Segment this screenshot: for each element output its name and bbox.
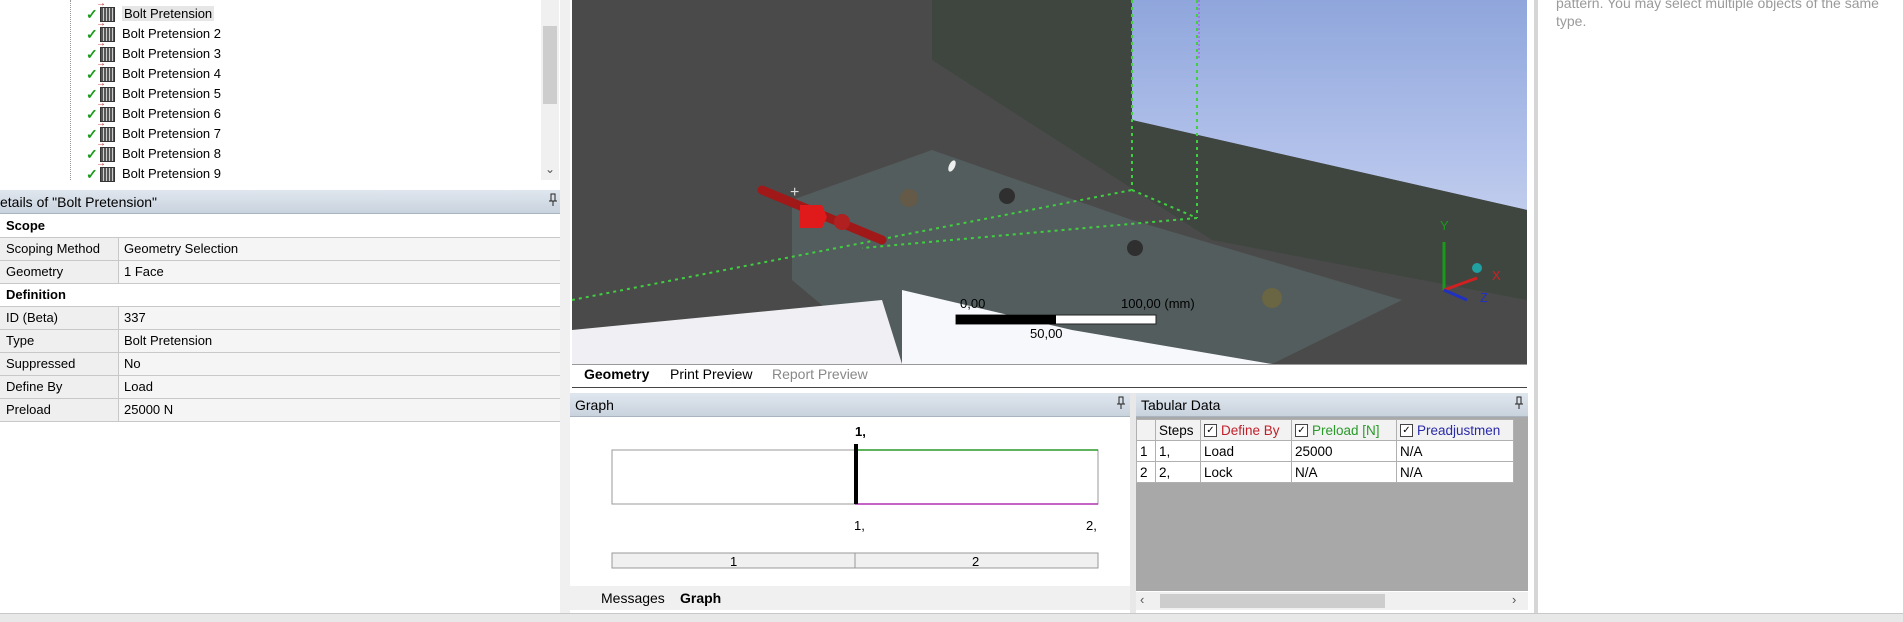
tree-item-bolt-pretension[interactable]: ✓ → Bolt Pretension 3: [70, 38, 222, 63]
tabular-scroll-thumb[interactable]: [1160, 594, 1385, 608]
pin-icon[interactable]: [548, 193, 558, 210]
help-panel: [1538, 0, 1903, 621]
scale-left-label: 0,00: [960, 296, 986, 311]
bolt-pretension-icon: ✓ →: [70, 158, 115, 182]
table-header-row: Steps ✓ Define By ✓ Preload [N] ✓ Preadjust…: [1136, 419, 1514, 441]
chevron-down-icon[interactable]: ⌄: [541, 162, 559, 180]
row-geometry[interactable]: Geometry 1 Face: [0, 261, 560, 284]
left-splitter[interactable]: [560, 0, 570, 613]
row-scoping-method[interactable]: Scoping Method Geometry Selection: [0, 238, 560, 261]
tab-graph[interactable]: Graph: [680, 590, 721, 606]
scale-right-label: 100,00 (mm): [1121, 296, 1195, 311]
graph-header: [570, 393, 1130, 417]
chevron-right-icon[interactable]: ›: [1512, 592, 1516, 607]
tree-item-label: Bolt Pretension 8: [122, 145, 222, 161]
row-suppressed[interactable]: Suppressed No: [0, 353, 560, 376]
svg-text:+: +: [790, 184, 799, 201]
row-type[interactable]: Type Bolt Pretension: [0, 330, 560, 353]
tree-item-label: Bolt Pretension 3: [122, 45, 222, 61]
details-title: etails of "Bolt Pretension": [0, 194, 158, 210]
chevron-left-icon[interactable]: ‹: [1140, 592, 1144, 607]
checkbox-icon[interactable]: ✓: [1400, 424, 1413, 438]
section-definition[interactable]: Definition: [0, 284, 560, 307]
table-row[interactable]: 1 1, Load 25000 N/A: [1136, 440, 1514, 462]
graphics-viewport[interactable]: +: [572, 0, 1527, 364]
tree-item-label: Bolt Pretension 2: [122, 25, 222, 41]
graph-step-1[interactable]: 1: [730, 554, 737, 569]
row-define-by[interactable]: Define By Load: [0, 376, 560, 399]
col-define-by[interactable]: ✓ Define By: [1200, 419, 1292, 441]
tab-messages[interactable]: Messages: [601, 590, 665, 606]
tree-item-label: Bolt Pretension 5: [122, 85, 222, 101]
triad-x-label: X: [1492, 268, 1501, 283]
triad-y-label: Y: [1440, 218, 1449, 233]
table-row[interactable]: 2 2, Lock N/A N/A: [1136, 461, 1514, 483]
row-id[interactable]: ID (Beta) 337: [0, 307, 560, 330]
tree-item-label: Bolt Pretension: [122, 5, 215, 21]
tree-item-label: Bolt Pretension 9: [122, 165, 222, 181]
checkbox-icon[interactable]: ✓: [1204, 424, 1217, 438]
tab-geometry[interactable]: Geometry: [584, 366, 649, 382]
graph-title: Graph: [575, 397, 614, 413]
tabular-table: Steps ✓ Define By ✓ Preload [N] ✓ Preadjust…: [1136, 419, 1514, 483]
tree-item-label: Bolt Pretension 7: [122, 125, 222, 141]
tree-item-label: Bolt Pretension 4: [122, 65, 222, 81]
tree-item-label: Bolt Pretension 6: [122, 105, 222, 121]
section-scope[interactable]: Scope: [0, 215, 560, 238]
tree-item-bolt-pretension[interactable]: ✓ → Bolt Pretension 4: [70, 58, 222, 83]
graph-step-2[interactable]: 2: [972, 554, 979, 569]
tree-scroll-thumb[interactable]: [543, 26, 557, 104]
pin-icon[interactable]: [1116, 396, 1126, 413]
tree-item-bolt-pretension[interactable]: ✓ → Bolt Pretension 2: [70, 18, 222, 43]
row-preload[interactable]: Preload 25000 N: [0, 399, 560, 422]
tabular-title: Tabular Data: [1141, 397, 1221, 413]
scale-mid-label: 50,00: [1030, 326, 1063, 341]
triad-z-label: Z: [1480, 290, 1488, 305]
graph-top-label: 1,: [855, 424, 866, 439]
tab-report-preview[interactable]: Report Preview: [772, 366, 868, 382]
pin-icon[interactable]: [1514, 396, 1524, 413]
tab-print-preview[interactable]: Print Preview: [670, 366, 752, 382]
help-text: pattern. You may select multiple objects…: [1556, 0, 1879, 29]
col-preload[interactable]: ✓ Preload [N]: [1291, 419, 1397, 441]
tree-item-bolt-pretension[interactable]: ✓ → Bolt Pretension 8: [70, 138, 222, 163]
graph-plot[interactable]: [570, 417, 1130, 585]
model-render[interactable]: +: [572, 0, 1527, 364]
tree-item-bolt-pretension[interactable]: ✓ → Bolt Pretension: [70, 0, 215, 23]
tree-item-bolt-pretension[interactable]: ✓ → Bolt Pretension 9: [70, 158, 222, 183]
tree-item-bolt-pretension[interactable]: ✓ → Bolt Pretension 7: [70, 118, 222, 143]
tree-item-bolt-pretension[interactable]: ✓ → Bolt Pretension 6: [70, 98, 222, 123]
graph-x-label-2: 2,: [1086, 518, 1097, 533]
graph-x-label-1: 1,: [854, 518, 865, 533]
row-num-header: [1136, 419, 1156, 441]
col-steps[interactable]: Steps: [1155, 419, 1201, 441]
tree-item-bolt-pretension[interactable]: ✓ → Bolt Pretension 5: [70, 78, 222, 103]
col-preadjustment[interactable]: ✓ Preadjustmen: [1396, 419, 1514, 441]
checkbox-icon[interactable]: ✓: [1295, 424, 1308, 438]
bolt-icon: [100, 167, 115, 182]
